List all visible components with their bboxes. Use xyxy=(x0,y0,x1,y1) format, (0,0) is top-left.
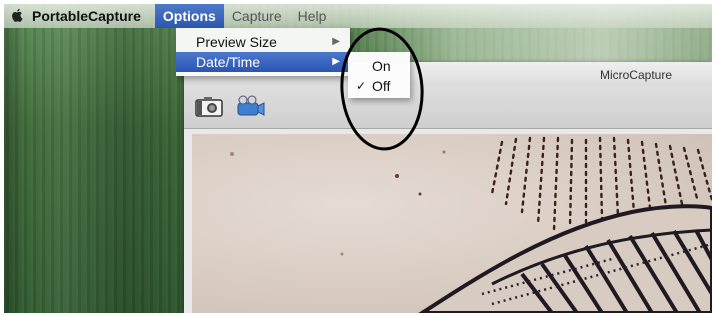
window-title: MicroCapture xyxy=(599,68,672,82)
menu-help[interactable]: Help xyxy=(290,4,335,28)
menu-item-date-time[interactable]: Date/Time ▶ xyxy=(176,52,350,72)
options-menu: Preview Size ▶ Date/Time ▶ xyxy=(176,28,350,76)
screen: PortableCapture Options Capture Help Mic… xyxy=(4,4,712,313)
toolbar xyxy=(184,86,712,129)
annotation-ellipse xyxy=(340,27,424,151)
menu-item-label: Date/Time xyxy=(196,54,261,70)
app-menu[interactable]: PortableCapture xyxy=(30,4,149,28)
apple-icon[interactable] xyxy=(4,8,30,25)
video-camera-icon[interactable] xyxy=(234,94,266,120)
menu-item-label: Preview Size xyxy=(196,34,277,50)
microscope-preview xyxy=(192,134,712,313)
menu-options[interactable]: Options xyxy=(154,4,224,28)
menu-item-preview-size[interactable]: Preview Size ▶ xyxy=(176,32,350,52)
menu-capture[interactable]: Capture xyxy=(224,4,290,28)
camera-icon[interactable] xyxy=(194,94,226,120)
microcapture-window: MicroCapture xyxy=(184,62,712,313)
